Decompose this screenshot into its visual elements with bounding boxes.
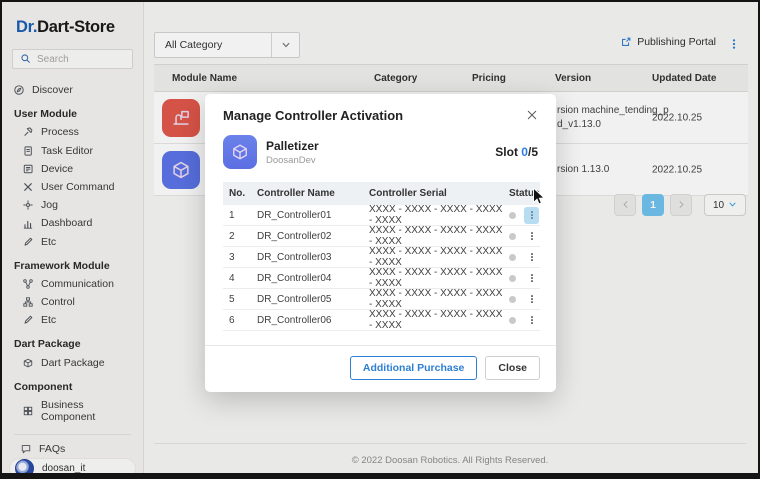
modal-module-summary: Palletizer DoosanDev Slot 0/5 <box>205 132 556 169</box>
slot-used: 0 <box>521 145 528 159</box>
controller-serial: XXXX - XXXX - XXXX - XXXX - XXXX <box>363 288 503 310</box>
controller-row: 4DR_Controller04XXXX - XXXX - XXXX - XXX… <box>223 268 540 289</box>
status-dot <box>509 254 516 261</box>
col-controller-serial: Controller Serial <box>363 182 503 205</box>
controller-name: DR_Controller06 <box>251 315 363 326</box>
col-status: Status <box>503 182 540 205</box>
row-kebab-menu[interactable] <box>524 312 539 329</box>
modal-title: Manage Controller Activation <box>223 108 403 123</box>
row-kebab-menu[interactable] <box>524 291 539 308</box>
row-kebab-menu[interactable] <box>524 270 539 287</box>
controller-serial: XXXX - XXXX - XXXX - XXXX - XXXX <box>363 204 503 226</box>
controller-status-cell <box>503 312 540 329</box>
controller-name: DR_Controller02 <box>251 231 363 242</box>
close-icon[interactable] <box>524 107 540 123</box>
col-controller-name: Controller Name <box>251 182 363 205</box>
controller-status-cell <box>503 207 540 224</box>
controller-serial: XXXX - XXXX - XXXX - XXXX - XXXX <box>363 267 503 289</box>
controller-status-cell <box>503 228 540 245</box>
slot-label: Slot <box>495 145 518 159</box>
status-dot <box>509 233 516 240</box>
controller-row: 2DR_Controller02XXXX - XXXX - XXXX - XXX… <box>223 226 540 247</box>
controller-status-cell <box>503 249 540 266</box>
slot-counter: Slot 0/5 <box>495 145 538 159</box>
row-kebab-menu[interactable] <box>524 249 539 266</box>
module-name: Palletizer <box>266 139 495 153</box>
controller-name: DR_Controller03 <box>251 252 363 263</box>
controller-no: 2 <box>223 231 251 242</box>
controller-no: 4 <box>223 273 251 284</box>
status-dot <box>509 275 516 282</box>
cube-icon <box>223 135 257 169</box>
status-dot <box>509 317 516 324</box>
controller-row: 3DR_Controller03XXXX - XXXX - XXXX - XXX… <box>223 247 540 268</box>
controller-row: 6DR_Controller06XXXX - XXXX - XXXX - XXX… <box>223 310 540 331</box>
controller-row: 5DR_Controller05XXXX - XXXX - XXXX - XXX… <box>223 289 540 310</box>
app-window: Dr.Dart-Store DiscoverUser ModuleProcess… <box>0 0 760 479</box>
col-no: No. <box>223 182 251 205</box>
status-dot <box>509 212 516 219</box>
controller-name: DR_Controller05 <box>251 294 363 305</box>
module-developer: DoosanDev <box>266 155 495 166</box>
controller-status-cell <box>503 291 540 308</box>
controller-name: DR_Controller01 <box>251 210 363 221</box>
status-dot <box>509 296 516 303</box>
row-kebab-menu[interactable] <box>524 228 539 245</box>
slot-total: /5 <box>528 145 538 159</box>
modal-footer: Additional Purchase Close <box>205 345 556 392</box>
controller-serial: XXXX - XXXX - XXXX - XXXX - XXXX <box>363 225 503 247</box>
controller-name: DR_Controller04 <box>251 273 363 284</box>
controller-status-cell <box>503 270 540 287</box>
controller-row: 1DR_Controller01XXXX - XXXX - XXXX - XXX… <box>223 205 540 226</box>
controller-no: 3 <box>223 252 251 263</box>
controller-no: 1 <box>223 210 251 221</box>
controller-no: 5 <box>223 294 251 305</box>
controller-serial: XXXX - XXXX - XXXX - XXXX - XXXX <box>363 309 503 331</box>
controller-no: 6 <box>223 315 251 326</box>
manage-controller-activation-modal: Manage Controller Activation Palletizer … <box>205 94 556 392</box>
close-button[interactable]: Close <box>485 356 540 380</box>
additional-purchase-button[interactable]: Additional Purchase <box>350 356 478 380</box>
row-kebab-menu[interactable] <box>524 207 539 224</box>
controller-serial: XXXX - XXXX - XXXX - XXXX - XXXX <box>363 246 503 268</box>
controller-table: No. Controller Name Controller Serial St… <box>223 182 540 331</box>
controller-table-header: No. Controller Name Controller Serial St… <box>223 182 540 205</box>
